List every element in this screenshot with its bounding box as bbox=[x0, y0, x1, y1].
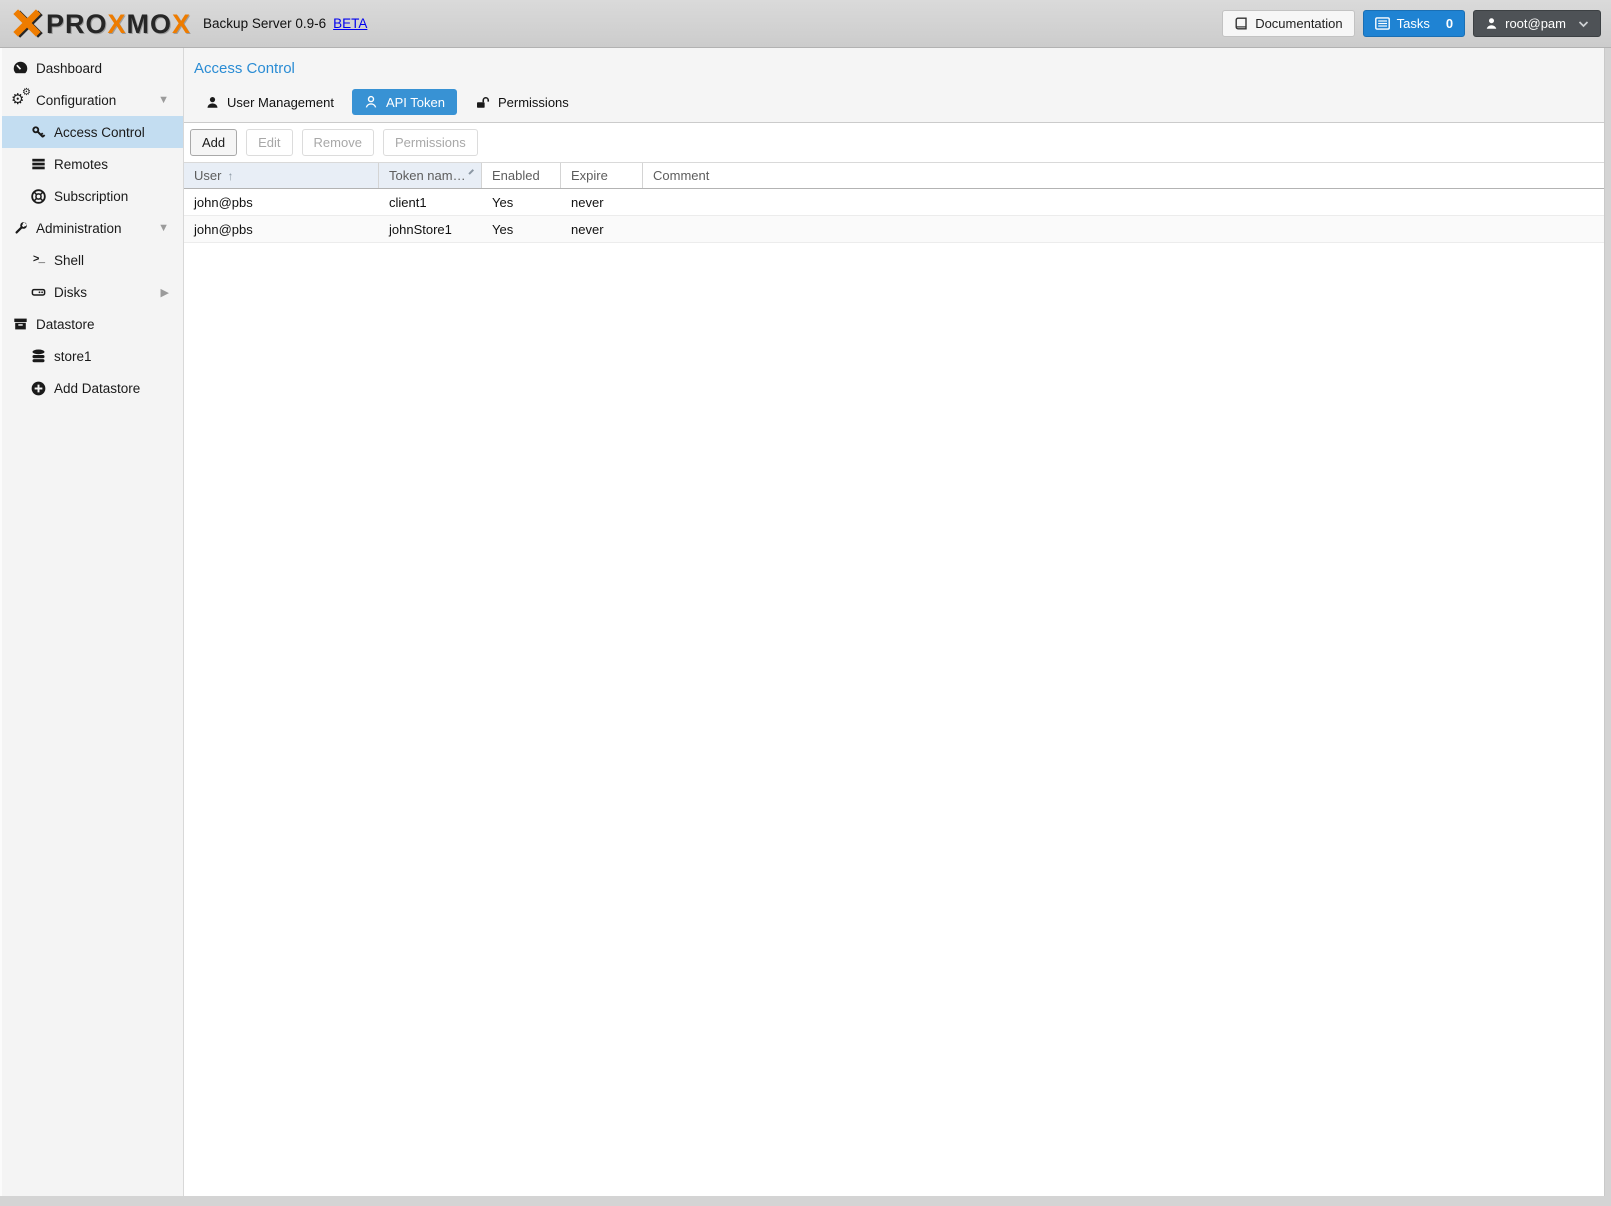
book-icon bbox=[1234, 17, 1248, 31]
hard-drive-icon bbox=[30, 285, 47, 299]
page-title: Access Control bbox=[194, 60, 1594, 77]
proxmox-wordmark: PROXMOX bbox=[46, 7, 191, 41]
sidebar-item-administration[interactable]: Administration ▼ bbox=[2, 212, 183, 244]
wrench-icon bbox=[12, 221, 29, 236]
tab-user-management[interactable]: User Management bbox=[194, 89, 346, 115]
cell-expire: never bbox=[561, 216, 643, 242]
cell-user: john@pbs bbox=[184, 189, 379, 215]
cell-enabled: Yes bbox=[482, 216, 561, 242]
documentation-button[interactable]: Documentation bbox=[1222, 10, 1354, 37]
archive-box-icon bbox=[12, 317, 29, 331]
column-header-user[interactable]: User ↑ bbox=[184, 163, 379, 188]
main-content-panel: Access Control User Management API Token bbox=[184, 48, 1605, 1196]
sidebar-item-datastore[interactable]: Datastore bbox=[2, 308, 183, 340]
sidebar-item-configuration[interactable]: ⚙⚙ Configuration ▼ bbox=[2, 84, 183, 116]
task-list-icon bbox=[1375, 17, 1390, 30]
beta-link[interactable]: BETA bbox=[333, 16, 367, 31]
cell-comment bbox=[643, 216, 1604, 242]
dashboard-icon bbox=[12, 61, 29, 76]
app-header: PROXMOX Backup Server 0.9-6 BETA Documen… bbox=[0, 0, 1611, 48]
proxmox-logo: PROXMOX bbox=[10, 7, 191, 41]
cell-token-name: client1 bbox=[379, 189, 482, 215]
life-ring-icon bbox=[30, 189, 47, 204]
user-icon bbox=[1485, 17, 1498, 30]
sidebar-item-subscription[interactable]: Subscription bbox=[2, 180, 183, 212]
tab-permissions[interactable]: Permissions bbox=[463, 89, 581, 115]
tab-bar: User Management API Token Permissions bbox=[194, 89, 1594, 122]
sidebar-item-access-control[interactable]: Access Control bbox=[2, 116, 183, 148]
expand-arrow-icon[interactable]: ▶ bbox=[161, 286, 169, 299]
table-header-row: User ↑ Token nam… Enabled Expire Comment bbox=[184, 162, 1604, 189]
collapse-arrow-icon[interactable]: ▼ bbox=[158, 222, 169, 234]
table-row[interactable]: john@pbs client1 Yes never bbox=[184, 189, 1604, 216]
chevron-down-icon bbox=[1578, 20, 1589, 28]
unlock-icon bbox=[475, 96, 490, 109]
sidebar-item-shell[interactable]: >_ Shell bbox=[2, 244, 183, 276]
column-header-token-name[interactable]: Token nam… bbox=[379, 163, 482, 188]
tasks-button[interactable]: Tasks 0 bbox=[1363, 10, 1465, 37]
cell-token-name: johnStore1 bbox=[379, 216, 482, 242]
terminal-icon: >_ bbox=[30, 254, 47, 266]
user-outline-icon bbox=[364, 95, 378, 109]
cell-expire: never bbox=[561, 189, 643, 215]
remove-button[interactable]: Remove bbox=[302, 129, 374, 156]
cell-enabled: Yes bbox=[482, 189, 561, 215]
sidebar-nav: Dashboard ⚙⚙ Configuration ▼ Acc bbox=[0, 48, 184, 1196]
grid-toolbar: Add Edit Remove Permissions bbox=[184, 123, 1604, 162]
permissions-button[interactable]: Permissions bbox=[383, 129, 478, 156]
list-icon bbox=[30, 157, 47, 171]
column-header-expire[interactable]: Expire bbox=[561, 163, 643, 188]
proxmox-x-logo-icon bbox=[10, 7, 44, 41]
sidebar-item-store1[interactable]: store1 bbox=[2, 340, 183, 372]
table-empty-area bbox=[184, 243, 1604, 1196]
column-header-comment[interactable]: Comment bbox=[643, 163, 1604, 188]
product-version-label: Backup Server 0.9-6 bbox=[203, 16, 326, 31]
edit-button[interactable]: Edit bbox=[246, 129, 292, 156]
add-button[interactable]: Add bbox=[190, 129, 237, 156]
api-token-table: User ↑ Token nam… Enabled Expire Comment bbox=[184, 162, 1604, 1196]
tasks-count-badge: 0 bbox=[1446, 16, 1453, 31]
table-row[interactable]: john@pbs johnStore1 Yes never bbox=[184, 216, 1604, 243]
plus-circle-icon bbox=[30, 381, 47, 396]
gears-icon: ⚙⚙ bbox=[12, 92, 29, 108]
sort-ascending-icon: ↑ bbox=[227, 169, 233, 183]
collapse-arrow-icon[interactable]: ▼ bbox=[158, 94, 169, 106]
sidebar-item-remotes[interactable]: Remotes bbox=[2, 148, 183, 180]
cell-comment bbox=[643, 189, 1604, 215]
truncate-indicator-icon bbox=[468, 169, 473, 174]
tab-api-token[interactable]: API Token bbox=[352, 89, 457, 115]
sidebar-item-dashboard[interactable]: Dashboard bbox=[2, 52, 183, 84]
user-menu-button[interactable]: root@pam bbox=[1473, 10, 1601, 37]
cell-user: john@pbs bbox=[184, 216, 379, 242]
user-solid-icon bbox=[206, 96, 219, 109]
column-header-enabled[interactable]: Enabled bbox=[482, 163, 561, 188]
sidebar-item-disks[interactable]: Disks ▶ bbox=[2, 276, 183, 308]
key-icon bbox=[30, 125, 47, 140]
database-icon bbox=[30, 349, 47, 364]
sidebar-item-add-datastore[interactable]: Add Datastore bbox=[2, 372, 183, 404]
